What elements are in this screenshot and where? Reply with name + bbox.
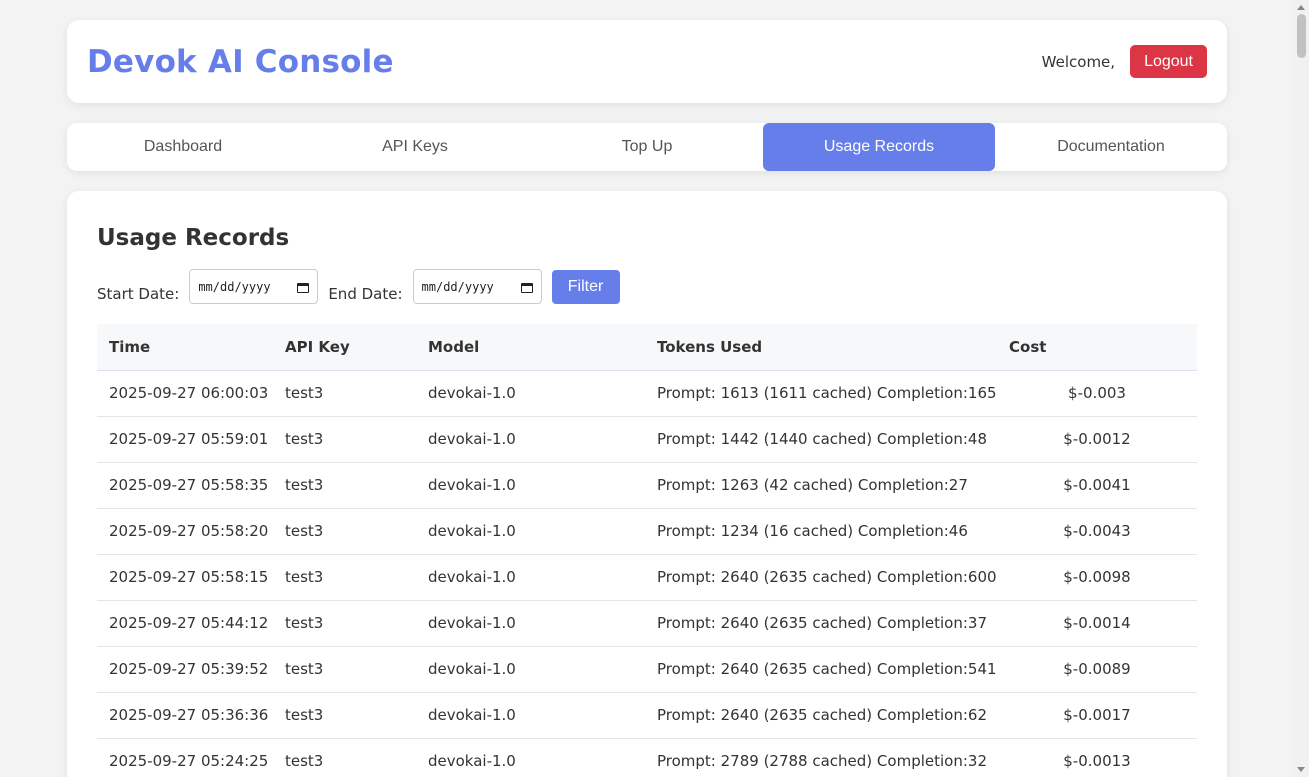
calendar-icon[interactable] [520, 281, 533, 293]
cell-cost: $-0.0013 [997, 738, 1197, 777]
cell-cost: $-0.003 [997, 370, 1197, 417]
welcome-text: Welcome, [1041, 52, 1116, 71]
cell-model: devokai-1.0 [416, 692, 645, 739]
page: Devok AI Console Welcome, Logout Dashboa… [67, 20, 1227, 777]
cell-tokens-used: Prompt: 1613 (1611 cached) Completion:16… [645, 370, 997, 417]
column-header-tokens-used: Tokens Used [645, 324, 997, 371]
tab-documentation[interactable]: Documentation [995, 123, 1227, 171]
column-header-api-key: API Key [273, 324, 416, 371]
page-title: Usage Records [97, 225, 290, 251]
cell-model: devokai-1.0 [416, 646, 645, 693]
cell-model: devokai-1.0 [416, 370, 645, 417]
cell-time: 2025-09-27 05:24:25 [97, 738, 273, 777]
cell-api-key: test3 [273, 738, 416, 777]
cell-tokens-used: Prompt: 1442 (1440 cached) Completion:48 [645, 416, 997, 463]
cell-api-key: test3 [273, 646, 416, 693]
column-header-cost: Cost [997, 324, 1197, 371]
tab-dashboard[interactable]: Dashboard [67, 123, 299, 171]
table-row: 2025-09-27 05:36:36 test3 devokai-1.0 Promp… [97, 692, 1197, 739]
tab-usage-records[interactable]: Usage Records [763, 123, 995, 171]
start-date-label: Start Date: [97, 284, 180, 303]
table-row: 2025-09-27 05:39:52 test3 devokai-1.0 Promp… [97, 646, 1197, 693]
cell-model: devokai-1.0 [416, 554, 645, 601]
cell-time: 2025-09-27 05:58:35 [97, 462, 273, 509]
table-row: 2025-09-27 05:58:20 test3 devokai-1.0 Promp… [97, 508, 1197, 555]
header-user-area: Welcome, Logout [1042, 45, 1207, 78]
cell-model: devokai-1.0 [416, 462, 645, 509]
cell-time: 2025-09-27 05:44:12 [97, 600, 273, 647]
tab-top-up[interactable]: Top Up [531, 123, 763, 171]
cell-time: 2025-09-27 05:39:52 [97, 646, 273, 693]
cell-api-key: test3 [273, 554, 416, 601]
cell-model: devokai-1.0 [416, 600, 645, 647]
cell-time: 2025-09-27 05:58:15 [97, 554, 273, 601]
cell-api-key: test3 [273, 370, 416, 417]
end-date-input[interactable]: mm/dd/yyyy [412, 269, 542, 304]
cell-api-key: test3 [273, 692, 416, 739]
start-date-input[interactable]: mm/dd/yyyy [189, 269, 319, 304]
table-header-row: Time API Key Model Tokens Used Cost [97, 324, 1197, 371]
tab-api-keys[interactable]: API Keys [299, 123, 531, 171]
cell-tokens-used: Prompt: 2640 (2635 cached) Completion:62 [645, 692, 997, 739]
cell-model: devokai-1.0 [416, 508, 645, 555]
table-row: 2025-09-27 05:24:25 test3 devokai-1.0 Promp… [97, 738, 1197, 777]
cell-tokens-used: Prompt: 1234 (16 cached) Completion:46 [645, 508, 997, 555]
cell-cost: $-0.0041 [997, 462, 1197, 509]
cell-cost: $-0.0017 [997, 692, 1197, 739]
cell-cost: $-0.0089 [997, 646, 1197, 693]
cell-time: 2025-09-27 06:00:03 [97, 370, 273, 417]
cell-api-key: test3 [273, 600, 416, 647]
scrollbar-thumb[interactable] [1297, 14, 1306, 58]
table-row: 2025-09-27 05:59:01 test3 devokai-1.0 Promp… [97, 416, 1197, 463]
app-header: Devok AI Console Welcome, Logout [67, 20, 1227, 103]
cell-time: 2025-09-27 05:36:36 [97, 692, 273, 739]
brand-title: Devok AI Console [87, 43, 394, 80]
cell-model: devokai-1.0 [416, 416, 645, 463]
date-filter-bar: Start Date: mm/dd/yyyy End Date: mm/dd/y… [97, 269, 1197, 304]
table-row: 2025-09-27 05:44:12 test3 devokai-1.0 Promp… [97, 600, 1197, 647]
cell-tokens-used: Prompt: 2640 (2635 cached) Completion:37 [645, 600, 997, 647]
scroll-down-arrow-icon[interactable] [1297, 767, 1305, 772]
table-row: 2025-09-27 06:00:03 test3 devokai-1.0 Promp… [97, 370, 1197, 417]
cell-api-key: test3 [273, 462, 416, 509]
end-date-label: End Date: [328, 284, 403, 303]
table-row: 2025-09-27 05:58:15 test3 devokai-1.0 Promp… [97, 554, 1197, 601]
end-date-placeholder: mm/dd/yyyy [421, 279, 494, 294]
cell-model: devokai-1.0 [416, 738, 645, 777]
scroll-up-arrow-icon[interactable] [1297, 5, 1305, 10]
cell-tokens-used: Prompt: 2789 (2788 cached) Completion:32 [645, 738, 997, 777]
cell-time: 2025-09-27 05:59:01 [97, 416, 273, 463]
calendar-icon[interactable] [297, 281, 310, 293]
cell-api-key: test3 [273, 416, 416, 463]
table-row: 2025-09-27 05:58:35 test3 devokai-1.0 Promp… [97, 462, 1197, 509]
page-scrollbar[interactable] [1293, 0, 1309, 777]
filter-button[interactable]: Filter [551, 269, 620, 304]
start-date-placeholder: mm/dd/yyyy [198, 279, 271, 294]
cell-time: 2025-09-27 05:58:20 [97, 508, 273, 555]
column-header-model: Model [416, 324, 645, 371]
cell-cost: $-0.0012 [997, 416, 1197, 463]
nav-tabs: Dashboard API Keys Top Up Usage Records … [67, 123, 1227, 171]
column-header-time: Time [97, 324, 273, 371]
cell-api-key: test3 [273, 508, 416, 555]
cell-cost: $-0.0043 [997, 508, 1197, 555]
cell-cost: $-0.0014 [997, 600, 1197, 647]
cell-tokens-used: Prompt: 1263 (42 cached) Completion:27 [645, 462, 997, 509]
logout-button[interactable]: Logout [1130, 45, 1207, 78]
usage-table: Time API Key Model Tokens Used Cost 2025… [97, 324, 1197, 777]
cell-tokens-used: Prompt: 2640 (2635 cached) Completion:54… [645, 646, 997, 693]
cell-tokens-used: Prompt: 2640 (2635 cached) Completion:60… [645, 554, 997, 601]
usage-table-body: 2025-09-27 06:00:03 test3 devokai-1.0 Promp… [97, 370, 1197, 777]
usage-records-panel: Usage Records Start Date: mm/dd/yyyy End… [67, 191, 1227, 777]
cell-cost: $-0.0098 [997, 554, 1197, 601]
